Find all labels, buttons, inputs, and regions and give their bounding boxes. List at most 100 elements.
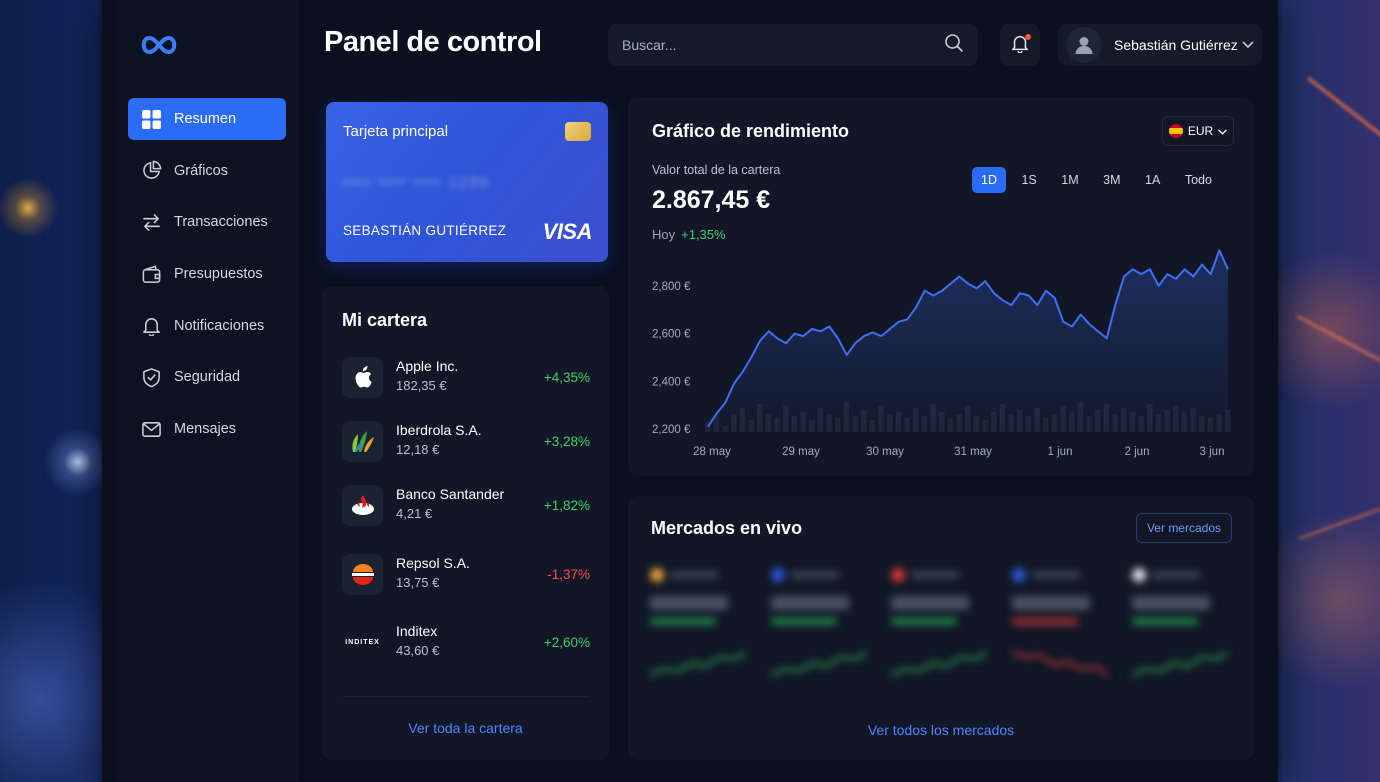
y-tick-label: 2,400 €	[652, 376, 691, 388]
sidebar-item-notificaciones[interactable]: Notificaciones	[128, 305, 286, 347]
sidebar-item-label: Seguridad	[174, 369, 241, 386]
y-tick-label: 2,200 €	[652, 424, 691, 436]
asset-change: -1,37%	[547, 566, 590, 582]
sidebar-item-label: Presupuestos	[174, 266, 263, 283]
card-holder: SEBASTIÁN GUTIÉRREZ	[343, 223, 507, 238]
performance-panel: 2,800 € 2,600 € 2,400 € 2,200 €28 may 29 may…	[628, 98, 1254, 476]
market-ticker[interactable]	[1011, 568, 1112, 698]
spain-flag-icon	[1168, 124, 1183, 138]
market-icon	[1011, 568, 1026, 582]
market-ticker[interactable]	[890, 568, 991, 698]
market-tickers-blurred	[649, 568, 1232, 698]
iberdrola-logo-icon	[342, 420, 383, 462]
performance-chart: 2,800 € 2,600 € 2,400 € 2,200 €28 may 29 may…	[652, 249, 1231, 458]
portfolio-value: 2.867,45 €	[652, 186, 771, 214]
asset-change: +4,35%	[543, 369, 590, 385]
asset-name: Banco Santander	[396, 486, 505, 502]
wallet-panel: Mi cartera Apple Inc. 182,35 € +4,35% Ib…	[322, 286, 609, 760]
market-ticker[interactable]	[649, 568, 750, 698]
market-change-blurred	[650, 618, 716, 625]
divider	[342, 696, 589, 697]
search-input[interactable]	[622, 37, 944, 53]
sidebar-item-resumen[interactable]: Resumen	[128, 98, 286, 140]
market-sparkline	[649, 651, 747, 677]
range-tab-3m[interactable]: 3M	[1094, 167, 1129, 193]
market-name-blurred	[790, 571, 839, 579]
main-card[interactable]: Tarjeta principal •••• •••• •••• 1234 SE…	[326, 102, 608, 262]
asset-change: +1,82%	[543, 497, 590, 513]
currency-selector[interactable]: EUR	[1162, 116, 1234, 146]
range-tab-1m[interactable]: 1M	[1052, 167, 1087, 193]
market-ticker[interactable]	[1131, 568, 1232, 698]
x-tick-label: 29 may	[782, 446, 820, 458]
page-title: Panel de control	[324, 26, 542, 58]
market-sparkline	[770, 651, 868, 677]
market-value-blurred	[1132, 596, 1210, 610]
sidebar-item-transacciones[interactable]: Transacciones	[128, 201, 286, 243]
market-sparkline	[1011, 651, 1109, 677]
time-range-tabs: 1D 1S 1M 3M 1A Todo	[972, 167, 1227, 193]
asset-name: Inditex	[396, 623, 438, 639]
asset-price: 4,21 €	[396, 506, 433, 521]
chevron-down-icon[interactable]	[1242, 36, 1254, 54]
range-tab-todo[interactable]: Todo	[1176, 167, 1221, 193]
dashboard-window: Resumen Gráficos Transacciones Presupues…	[102, 0, 1278, 782]
view-all-markets-link[interactable]: Ver todos los mercados	[628, 722, 1254, 738]
range-tab-1d[interactable]: 1D	[972, 167, 1006, 193]
asset-change: +3,28%	[543, 433, 590, 449]
asset-row[interactable]: INDITEX Inditex 43,60 € +2,60%	[342, 621, 590, 663]
user-menu[interactable]: Sebastián Gutiérrez	[1058, 24, 1262, 66]
search-bar[interactable]	[608, 24, 978, 66]
market-change-blurred	[891, 618, 957, 625]
market-name-blurred	[911, 571, 959, 579]
markets-title: Mercados en vivo	[651, 518, 803, 538]
sidebar: Resumen Gráficos Transacciones Presupues…	[116, 0, 298, 782]
notification-dot	[1025, 34, 1031, 40]
market-ticker[interactable]	[770, 568, 871, 698]
view-markets-button[interactable]: Ver mercados	[1136, 513, 1232, 543]
search-icon[interactable]	[944, 33, 964, 58]
asset-name: Apple Inc.	[396, 358, 459, 374]
asset-row[interactable]: Apple Inc. 182,35 € +4,35%	[342, 356, 590, 398]
market-name-blurred	[670, 571, 718, 579]
asset-name: Repsol S.A.	[396, 555, 470, 571]
grid-icon	[140, 108, 162, 130]
view-all-portfolio-link[interactable]: Ver toda la cartera	[322, 720, 609, 736]
asset-price: 182,35 €	[396, 378, 447, 393]
range-tab-1s[interactable]: 1S	[1012, 167, 1045, 193]
notifications-button[interactable]	[1000, 24, 1040, 66]
sidebar-item-label: Mensajes	[174, 421, 237, 438]
range-tab-1a[interactable]: 1A	[1136, 167, 1169, 193]
x-tick-label: 3 jun	[1200, 446, 1225, 458]
sidebar-item-presupuestos[interactable]: Presupuestos	[128, 253, 286, 295]
sidebar-item-seguridad[interactable]: Seguridad	[128, 356, 286, 398]
market-change-blurred	[1011, 618, 1078, 625]
market-icon	[770, 568, 785, 582]
asset-row[interactable]: Repsol S.A. 13,75 € -1,37%	[342, 553, 590, 595]
inditex-logo-text: INDITEX	[345, 638, 380, 646]
market-name-blurred	[1152, 571, 1200, 579]
avatar	[1066, 27, 1102, 63]
visa-logo: VISA	[542, 219, 593, 244]
asset-row[interactable]: Iberdrola S.A. 12,18 € +3,28%	[342, 420, 590, 462]
asset-price: 43,60 €	[396, 643, 440, 658]
today-change: Hoy +1,35%	[652, 227, 726, 242]
x-tick-label: 31 may	[954, 446, 992, 458]
market-value-blurred	[891, 596, 969, 610]
market-name-blurred	[1031, 571, 1080, 579]
inditex-logo-icon: INDITEX	[342, 622, 383, 663]
sidebar-nav: Resumen Gráficos Transacciones Presupues…	[128, 98, 286, 460]
market-sparkline	[890, 651, 988, 677]
market-change-blurred	[770, 618, 837, 625]
card-chip-icon	[565, 122, 591, 141]
performance-title: Gráfico de rendimiento	[652, 121, 850, 141]
sidebar-item-graficos[interactable]: Gráficos	[128, 150, 286, 192]
sidebar-item-mensajes[interactable]: Mensajes	[128, 408, 286, 450]
chevron-down-icon	[1218, 124, 1227, 138]
currency-label: EUR	[1187, 124, 1214, 138]
asset-row[interactable]: Banco Santander 4,21 € +1,82%	[342, 484, 590, 526]
y-tick-label: 2,800 €	[652, 281, 691, 293]
infinity-logo-icon[interactable]	[138, 30, 180, 60]
card-number: •••• •••• •••• 1234	[343, 174, 490, 191]
market-value-blurred	[650, 596, 728, 610]
